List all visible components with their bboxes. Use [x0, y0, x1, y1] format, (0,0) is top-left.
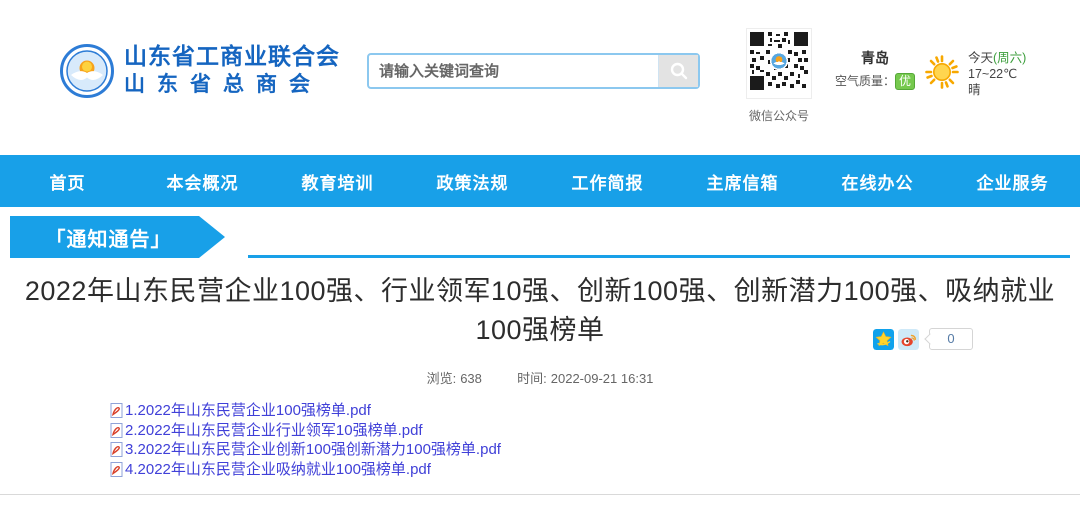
attachment-row[interactable]: 1.2022年山东民营企业100强榜单.pdf [110, 401, 501, 421]
attachment-row[interactable]: 2.2022年山东民营企业行业领军10强榜单.pdf [110, 421, 501, 441]
share-row: 0 [873, 328, 973, 350]
notice-section-badge[interactable]: 「通知通告」 [10, 216, 225, 258]
nav-item-policy[interactable]: 政策法规 [405, 155, 540, 207]
attachment-row[interactable]: 3.2022年山东民营企业创新100强创新潜力100强榜单.pdf [110, 440, 501, 460]
wechat-qr-code [750, 32, 808, 90]
pdf-icon [110, 462, 123, 477]
pdf-icon [110, 403, 123, 418]
weather-city-block: 青岛 空气质量：优 [834, 49, 916, 90]
attachment-list: 1.2022年山东民营企业100强榜单.pdf 2.2022年山东民营企业行业领… [110, 401, 501, 479]
magnifier-icon [669, 61, 689, 81]
attachment-link[interactable]: 2.2022年山东民营企业行业领军10强榜单.pdf [125, 421, 423, 440]
nav-item-online-office[interactable]: 在线办公 [810, 155, 945, 207]
views-label: 浏览: [427, 371, 457, 386]
share-count-bubble[interactable]: 0 [929, 328, 973, 350]
article-meta: 浏览:638 时间: 2022-09-21 16:31 [0, 368, 1080, 387]
page: 山东省工商业联合会 山东省总商会 [0, 0, 1080, 505]
forecast-temp: 17~22℃ [968, 66, 1026, 82]
nav-item-enterprise-service[interactable]: 企业服务 [945, 155, 1080, 207]
attachment-row[interactable]: 4.2022年山东民营企业吸纳就业100强榜单.pdf [110, 460, 501, 480]
nav-item-bulletin[interactable]: 工作简报 [540, 155, 675, 207]
weather-city: 青岛 [834, 49, 916, 67]
federation-emblem-icon [60, 44, 114, 98]
site-header: 山东省工商业联合会 山东省总商会 [0, 0, 1080, 155]
site-logo[interactable]: 山东省工商业联合会 山东省总商会 [60, 42, 340, 100]
weibo-share-icon[interactable] [898, 329, 919, 350]
air-quality-badge: 优 [895, 73, 915, 90]
search-input[interactable] [369, 55, 658, 87]
pdf-icon [110, 442, 123, 457]
nav-item-chairman-mailbox[interactable]: 主席信箱 [675, 155, 810, 207]
nav-item-training[interactable]: 教育培训 [270, 155, 405, 207]
air-quality: 空气质量：优 [834, 72, 916, 90]
bottom-divider [0, 494, 1080, 495]
qr-frame [746, 28, 812, 99]
attachment-link[interactable]: 3.2022年山东民营企业创新100强创新潜力100强榜单.pdf [125, 440, 501, 459]
attachment-link[interactable]: 1.2022年山东民营企业100强榜单.pdf [125, 401, 371, 420]
search-button[interactable] [658, 55, 698, 87]
views-value: 638 [460, 371, 482, 386]
wechat-qr-block: 微信公众号 [740, 28, 818, 124]
sun-icon [925, 55, 959, 89]
weather-forecast: 今天(周六) 17~22℃ 晴 [968, 50, 1026, 98]
nav-item-about[interactable]: 本会概况 [135, 155, 270, 207]
air-quality-label: 空气质量： [835, 74, 895, 88]
org-name-line2: 山东省总商会 [124, 70, 340, 100]
forecast-day: 今天(周六) [968, 50, 1026, 66]
org-name-line1: 山东省工商业联合会 [124, 42, 340, 70]
attachment-link[interactable]: 4.2022年山东民营企业吸纳就业100强榜单.pdf [125, 460, 431, 479]
time-label: 时间: [517, 371, 547, 386]
org-name: 山东省工商业联合会 山东省总商会 [124, 42, 340, 100]
forecast-weekday: (周六) [993, 51, 1026, 65]
time-value: 2022-09-21 16:31 [551, 371, 654, 386]
forecast-condition: 晴 [968, 82, 1026, 98]
search-box [367, 53, 700, 89]
main-nav: 首页 本会概况 教育培训 政策法规 工作简报 主席信箱 在线办公 企业服务 [0, 155, 1080, 207]
qzone-share-icon[interactable] [873, 329, 894, 350]
section-divider-line [248, 255, 1070, 258]
qr-caption: 微信公众号 [740, 107, 818, 124]
pdf-icon [110, 423, 123, 438]
nav-item-home[interactable]: 首页 [0, 155, 135, 207]
